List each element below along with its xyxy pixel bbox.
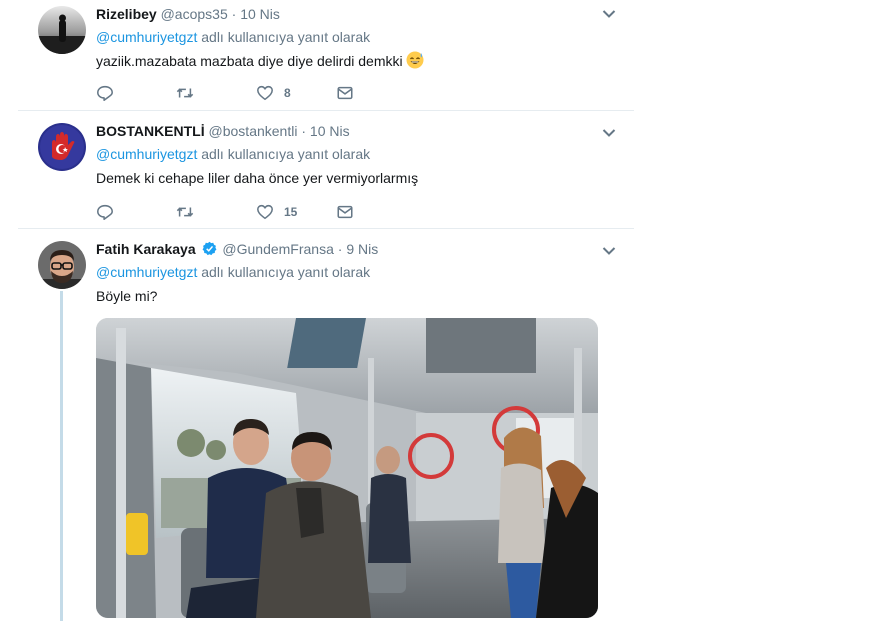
author-name[interactable]: BOSTANKENTLİ <box>96 123 205 139</box>
reply-context: @cumhuriyetgzt adlı kullanıcıya yanıt ol… <box>96 28 622 46</box>
author-handle[interactable]: @bostankentli <box>209 123 298 139</box>
tweet[interactable]: Fatih Karakaya @GundemFransa · 9 Nis @cu… <box>18 229 634 621</box>
reply-icon <box>97 204 113 220</box>
tweet-time[interactable]: 10 Nis <box>240 6 280 22</box>
like-icon <box>257 204 273 220</box>
author-name[interactable]: Fatih Karakaya <box>96 241 196 257</box>
verified-badge-icon <box>202 241 216 256</box>
direct-message-icon <box>337 205 353 219</box>
reply-icon <box>97 85 113 101</box>
retweet-icon <box>176 88 194 98</box>
mention-link[interactable]: @cumhuriyetgzt <box>96 146 197 162</box>
tweet-photo[interactable] <box>96 318 598 618</box>
like-icon <box>257 85 273 101</box>
chevron-down-icon[interactable] <box>602 243 616 255</box>
separator: · <box>337 241 343 257</box>
reply-button[interactable] <box>96 83 176 103</box>
tweet-time[interactable]: 10 Nis <box>310 123 350 139</box>
avatar[interactable] <box>38 6 86 54</box>
separator: · <box>231 6 237 22</box>
author-handle[interactable]: @GundemFransa <box>222 241 333 257</box>
like-button[interactable]: 8 <box>256 83 336 103</box>
thread-connector <box>60 291 63 621</box>
avatar[interactable] <box>38 123 86 171</box>
reply-button[interactable] <box>96 202 176 222</box>
bus-interior-photo <box>96 318 598 618</box>
tweet[interactable]: BOSTANKENTLİ @bostankentli · 10 Nis @cum… <box>18 111 634 229</box>
author-handle[interactable]: @acops35 <box>161 6 228 22</box>
like-count: 8 <box>284 86 291 100</box>
sweat-smile-emoji-icon <box>406 51 424 69</box>
reply-context-text: adlı kullanıcıya yanıt olarak <box>197 29 371 45</box>
tweet-timeline: Rizelibey @acops35 · 10 Nis @cumhuriyetg… <box>18 0 634 621</box>
reply-context-text: adlı kullanıcıya yanıt olarak <box>197 264 371 280</box>
avatar[interactable] <box>38 241 86 289</box>
reply-context: @cumhuriyetgzt adlı kullanıcıya yanıt ol… <box>96 263 622 281</box>
tweet-text: yaziik.mazabata mazbata diye diye delird… <box>96 51 622 71</box>
retweet-button[interactable] <box>176 83 256 103</box>
mention-link[interactable]: @cumhuriyetgzt <box>96 264 197 280</box>
tweet-actions: 8 <box>96 83 416 103</box>
separator: · <box>301 123 307 139</box>
like-button[interactable]: 15 <box>256 202 336 222</box>
chevron-down-icon[interactable] <box>602 6 616 18</box>
tweet[interactable]: Rizelibey @acops35 · 10 Nis @cumhuriyetg… <box>18 0 634 111</box>
tweet-time[interactable]: 9 Nis <box>346 241 378 257</box>
reply-context-text: adlı kullanıcıya yanıt olarak <box>197 146 371 162</box>
reply-context: @cumhuriyetgzt adlı kullanıcıya yanıt ol… <box>96 145 622 163</box>
tweet-actions: 15 <box>96 202 416 222</box>
chevron-down-icon[interactable] <box>602 125 616 137</box>
direct-message-button[interactable] <box>336 202 416 222</box>
mention-link[interactable]: @cumhuriyetgzt <box>96 29 197 45</box>
direct-message-icon <box>337 86 353 100</box>
tweet-text: Böyle mi? <box>96 288 158 304</box>
retweet-button[interactable] <box>176 202 256 222</box>
direct-message-button[interactable] <box>336 83 416 103</box>
tweet-text-content: yaziik.mazabata mazbata diye diye delird… <box>96 53 403 69</box>
retweet-icon <box>176 207 194 217</box>
author-name[interactable]: Rizelibey <box>96 6 157 22</box>
like-count: 15 <box>284 205 298 219</box>
tweet-text: Demek ki cehape liler daha önce yer verm… <box>96 170 419 186</box>
